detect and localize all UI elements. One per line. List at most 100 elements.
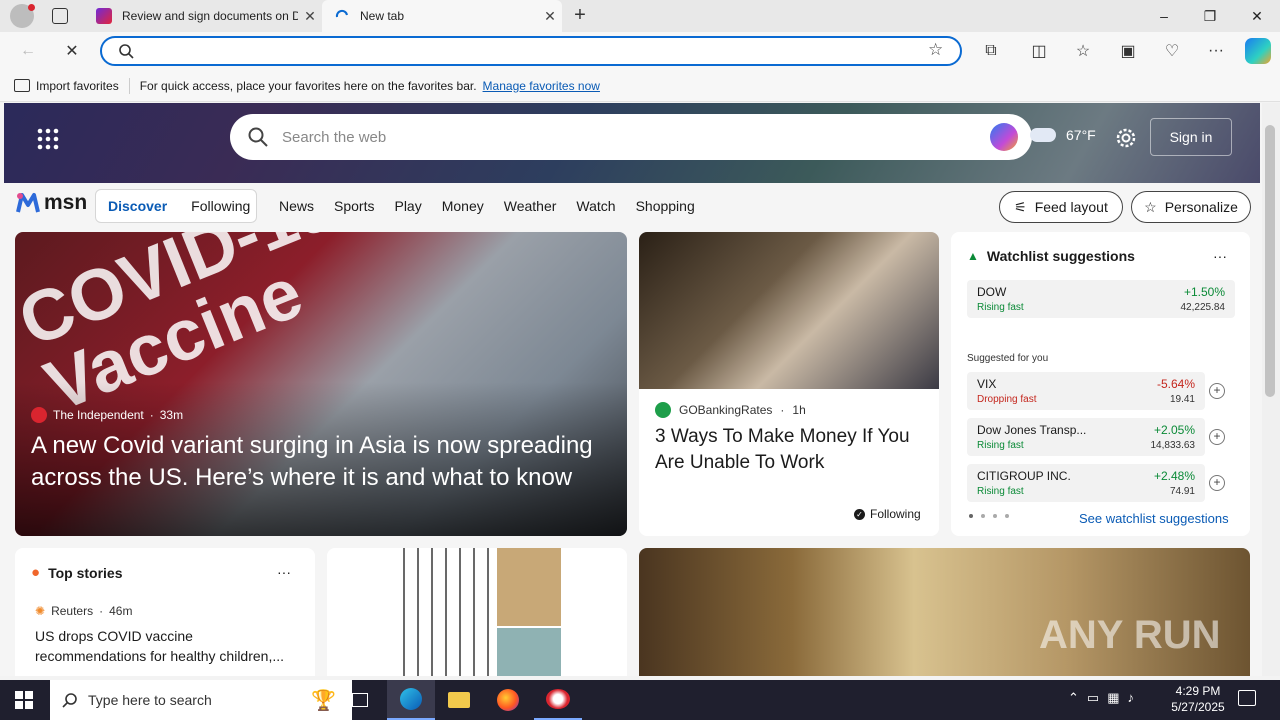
show-hidden-icons[interactable]: ⌃ [1068, 690, 1079, 706]
stock-row-dow-transport[interactable]: Dow Jones Transp... Rising fast +2.05% 1… [967, 418, 1205, 456]
story-title[interactable]: 3 Ways To Make Money If You Are Unable T… [655, 424, 925, 476]
taskbar-search-input[interactable]: Type here to search [88, 692, 212, 708]
favorites-icon[interactable]: ☆ [1068, 36, 1098, 66]
firefox-icon[interactable] [484, 680, 532, 720]
split-screen-icon[interactable]: ◫ [1024, 36, 1054, 66]
windows-start-icon[interactable] [15, 691, 33, 709]
browser-essentials-icon[interactable]: ♡ [1157, 36, 1187, 66]
msn-logo[interactable]: msn [16, 191, 87, 215]
gear-icon[interactable] [1113, 125, 1139, 151]
tab-title: Review and sign documents on D [122, 9, 298, 23]
clock-date: 5/27/2025 [1171, 700, 1225, 714]
restore-button[interactable]: ❐ [1187, 0, 1233, 32]
weather-widget[interactable]: 67°F [1030, 127, 1096, 143]
stock-change: -5.64% [1156, 377, 1195, 391]
suggested-label: Suggested for you [967, 353, 1049, 364]
tab-new-tab[interactable]: New tab ✕ [322, 0, 562, 32]
personalize-button[interactable]: ☆ Personalize [1131, 191, 1251, 223]
web-search-box[interactable]: Search the web [230, 114, 1032, 160]
copilot-search-icon[interactable] [990, 123, 1018, 151]
import-favorites-button[interactable]: Import favorites [14, 79, 119, 93]
money-story-card[interactable]: GOBankingRates · 1h 3 Ways To Make Money… [639, 232, 939, 536]
nav-shopping[interactable]: Shopping [636, 198, 695, 214]
add-to-watchlist-icon[interactable]: + [1209, 475, 1225, 491]
insect-prints-card[interactable] [327, 548, 627, 676]
extensions-icon[interactable]: ⧉ [976, 36, 1006, 66]
weather-temp: 67°F [1066, 127, 1096, 143]
network-icon[interactable]: ▦ [1107, 690, 1119, 706]
lead-story-card[interactable]: COVID-19 Vaccine The Independent · 33m A… [15, 232, 627, 536]
tab-review-sign[interactable]: Review and sign documents on D ✕ [84, 0, 322, 32]
file-explorer-icon[interactable] [435, 680, 483, 720]
nav-watch[interactable]: Watch [576, 198, 615, 214]
nav-sports[interactable]: Sports [334, 198, 374, 214]
favorites-hint: For quick access, place your favorites h… [139, 78, 477, 93]
story-age: 1h [792, 403, 806, 417]
top-story-headline[interactable]: US drops COVID vaccine recommendations f… [35, 626, 295, 666]
feed-layout-button[interactable]: ⚟ Feed layout [999, 191, 1123, 223]
copilot-icon[interactable] [1245, 38, 1271, 64]
search-icon [248, 127, 268, 147]
tab-actions-icon[interactable] [52, 8, 68, 24]
import-icon [14, 79, 30, 92]
back-arrow-icon[interactable]: ← [13, 36, 43, 66]
tab-discover[interactable]: Discover [96, 198, 179, 214]
nav-money[interactable]: Money [442, 198, 484, 214]
stock-status: Rising fast [977, 302, 1024, 313]
web-search-input[interactable]: Search the web [282, 129, 990, 146]
sign-in-button[interactable]: Sign in [1150, 118, 1232, 156]
stock-name: Dow Jones Transp... [977, 423, 1087, 437]
stock-value: 14,833.63 [1150, 440, 1196, 451]
source-name: The Independent [53, 408, 144, 422]
settings-more-icon[interactable]: ··· [1201, 36, 1231, 66]
taskbar-search[interactable]: Type here to search 🏆 [50, 680, 352, 720]
new-tab-button[interactable]: + [568, 4, 592, 28]
story-source: ✺ Reuters · 46m [35, 604, 132, 618]
taskbar-clock[interactable]: 4:29 PM 5/27/2025 [1160, 683, 1236, 715]
edge-taskbar-icon[interactable] [387, 680, 435, 720]
msn-butterfly-icon [16, 193, 40, 213]
app-launcher-icon[interactable] [34, 125, 62, 153]
volume-icon[interactable]: ♪ [1128, 690, 1135, 706]
scrollbar-thumb[interactable] [1265, 125, 1275, 397]
stock-status: Dropping fast [977, 394, 1037, 405]
tab-following[interactable]: Following [179, 198, 262, 214]
reuters-logo-icon: ✺ [35, 604, 46, 618]
profile-avatar-icon[interactable] [10, 4, 35, 28]
lead-story-headline[interactable]: A new Covid variant surging in Asia is n… [31, 430, 621, 494]
story-source: The Independent · 33m [31, 407, 183, 423]
nav-news[interactable]: News [279, 198, 314, 214]
manage-favorites-link[interactable]: Manage favorites now [483, 79, 600, 93]
see-watchlist-link[interactable]: See watchlist suggestions [1079, 511, 1229, 526]
following-label: Following [870, 507, 921, 521]
device-icon[interactable]: ▭ [1087, 690, 1099, 706]
close-tab-icon[interactable]: ✕ [538, 8, 562, 25]
msn-page: Search the web 67°F Sign in msn Discover… [0, 103, 1262, 676]
app-taskbar-icon[interactable] [534, 680, 582, 720]
photo-story-card[interactable]: ANY RUN [639, 548, 1250, 676]
more-options-icon[interactable]: ··· [277, 564, 291, 580]
ladybug-print-image [497, 548, 561, 626]
tab-title: New tab [360, 9, 405, 23]
add-to-watchlist-icon[interactable]: + [1209, 429, 1225, 445]
close-window-button[interactable]: ✕ [1234, 0, 1280, 32]
add-to-watchlist-icon[interactable]: + [1209, 383, 1225, 399]
notifications-icon[interactable] [1238, 690, 1256, 706]
carousel-dots[interactable] [969, 514, 1009, 518]
stock-name: DOW [977, 285, 1007, 299]
following-badge[interactable]: ✓ Following [854, 507, 921, 521]
nav-weather[interactable]: Weather [504, 198, 557, 214]
favorite-star-icon[interactable]: ☆ [928, 40, 943, 60]
task-view-icon[interactable] [336, 680, 384, 720]
collections-icon[interactable]: ▣ [1113, 36, 1143, 66]
stock-row-dow[interactable]: DOW Rising fast +1.50% 42,225.84 [967, 280, 1235, 318]
stock-row-vix[interactable]: VIX Dropping fast -5.64% 19.41 [967, 372, 1205, 410]
stop-loading-icon[interactable]: ✕ [57, 36, 87, 66]
stock-status: Rising fast [977, 486, 1024, 497]
close-tab-icon[interactable]: ✕ [298, 8, 322, 25]
more-options-icon[interactable]: ··· [1213, 248, 1227, 264]
address-bar[interactable]: ☆ [100, 36, 962, 66]
stock-row-citigroup[interactable]: CITIGROUP INC. Rising fast +2.48% 74.91 [967, 464, 1205, 502]
minimize-button[interactable]: – [1141, 0, 1187, 32]
nav-play[interactable]: Play [394, 198, 421, 214]
